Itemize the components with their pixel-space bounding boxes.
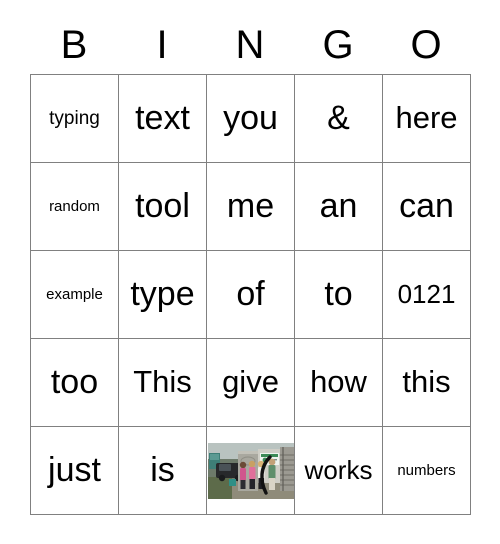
bingo-cell-label: me [226, 186, 275, 225]
bingo-row: example type of to 0121 [31, 251, 471, 339]
bingo-row: typing text you & here [31, 75, 471, 163]
bingo-cell-label: example [46, 285, 103, 303]
bingo-header-letter-b: B [60, 23, 88, 67]
bingo-cell[interactable]: this [383, 339, 471, 427]
bingo-cell[interactable]: text [119, 75, 207, 163]
bingo-cell[interactable]: just [31, 427, 119, 515]
bingo-cell[interactable]: here [383, 75, 471, 163]
bingo-cell-label: random [49, 197, 100, 215]
bingo-cell[interactable]: an [295, 163, 383, 251]
bingo-cell[interactable]: give [207, 339, 295, 427]
bingo-cell[interactable]: This [119, 339, 207, 427]
bingo-cell[interactable]: typing [31, 75, 119, 163]
bingo-header-letter-g: G [322, 23, 354, 67]
bingo-card: B I N G O typing text you & here random … [30, 16, 471, 515]
bingo-cell-label: 0121 [397, 278, 456, 309]
bingo-cell[interactable]: can [383, 163, 471, 251]
bingo-header-letter-n: N [235, 23, 265, 67]
bingo-row: random tool me an can [31, 163, 471, 251]
bingo-cell-label: works [304, 454, 373, 485]
bingo-cell-label: tool [135, 186, 190, 225]
bingo-header-letter-i: I [156, 23, 168, 67]
bingo-cell[interactable]: too [31, 339, 119, 427]
bingo-cell[interactable]: to [295, 251, 383, 339]
bingo-cell-label: this [402, 364, 451, 400]
bingo-cell[interactable]: how [295, 339, 383, 427]
bingo-header-letter-o: O [410, 23, 442, 67]
bingo-header-row: B I N G O [30, 16, 470, 74]
bingo-cell[interactable]: is [119, 427, 207, 515]
bingo-cell-label: type [130, 274, 195, 313]
bingo-cell-label: give [222, 364, 279, 400]
bingo-cell-label: of [236, 274, 265, 313]
bingo-cell[interactable]: example [31, 251, 119, 339]
bingo-cell-label: to [324, 274, 353, 313]
bingo-cell[interactable]: works [295, 427, 383, 515]
bingo-cell-label: numbers [397, 461, 456, 479]
bingo-cell[interactable]: & [295, 75, 383, 163]
bingo-cell-label: & [327, 98, 350, 137]
bingo-cell-label: how [310, 364, 367, 400]
bingo-cell-label: too [50, 362, 99, 401]
bingo-cell[interactable]: 0121 [383, 251, 471, 339]
bingo-cell[interactable]: you [207, 75, 295, 163]
bingo-row: just is works numbers [31, 427, 471, 515]
bingo-cell[interactable]: of [207, 251, 295, 339]
bingo-cell-label: can [399, 186, 454, 225]
bingo-cell[interactable]: numbers [383, 427, 471, 515]
bingo-cell-label: This [133, 364, 192, 400]
bingo-row: too This give how this [31, 339, 471, 427]
bingo-cell-label: an [319, 186, 358, 225]
bingo-cell[interactable]: me [207, 163, 295, 251]
bingo-grid: typing text you & here random tool me an… [30, 74, 471, 515]
bingo-cell-photo[interactable] [207, 427, 295, 515]
bingo-cell-label: typing [49, 107, 100, 129]
bingo-cell-label: text [135, 98, 190, 137]
group-photo-image [207, 442, 294, 499]
bingo-cell[interactable]: type [119, 251, 207, 339]
bingo-cell[interactable]: random [31, 163, 119, 251]
bingo-cell-label: just [48, 450, 101, 489]
bingo-cell-label: is [150, 450, 175, 489]
bingo-cell[interactable]: tool [119, 163, 207, 251]
bingo-cell-label: you [223, 98, 278, 137]
bingo-cell-label: here [395, 100, 458, 136]
